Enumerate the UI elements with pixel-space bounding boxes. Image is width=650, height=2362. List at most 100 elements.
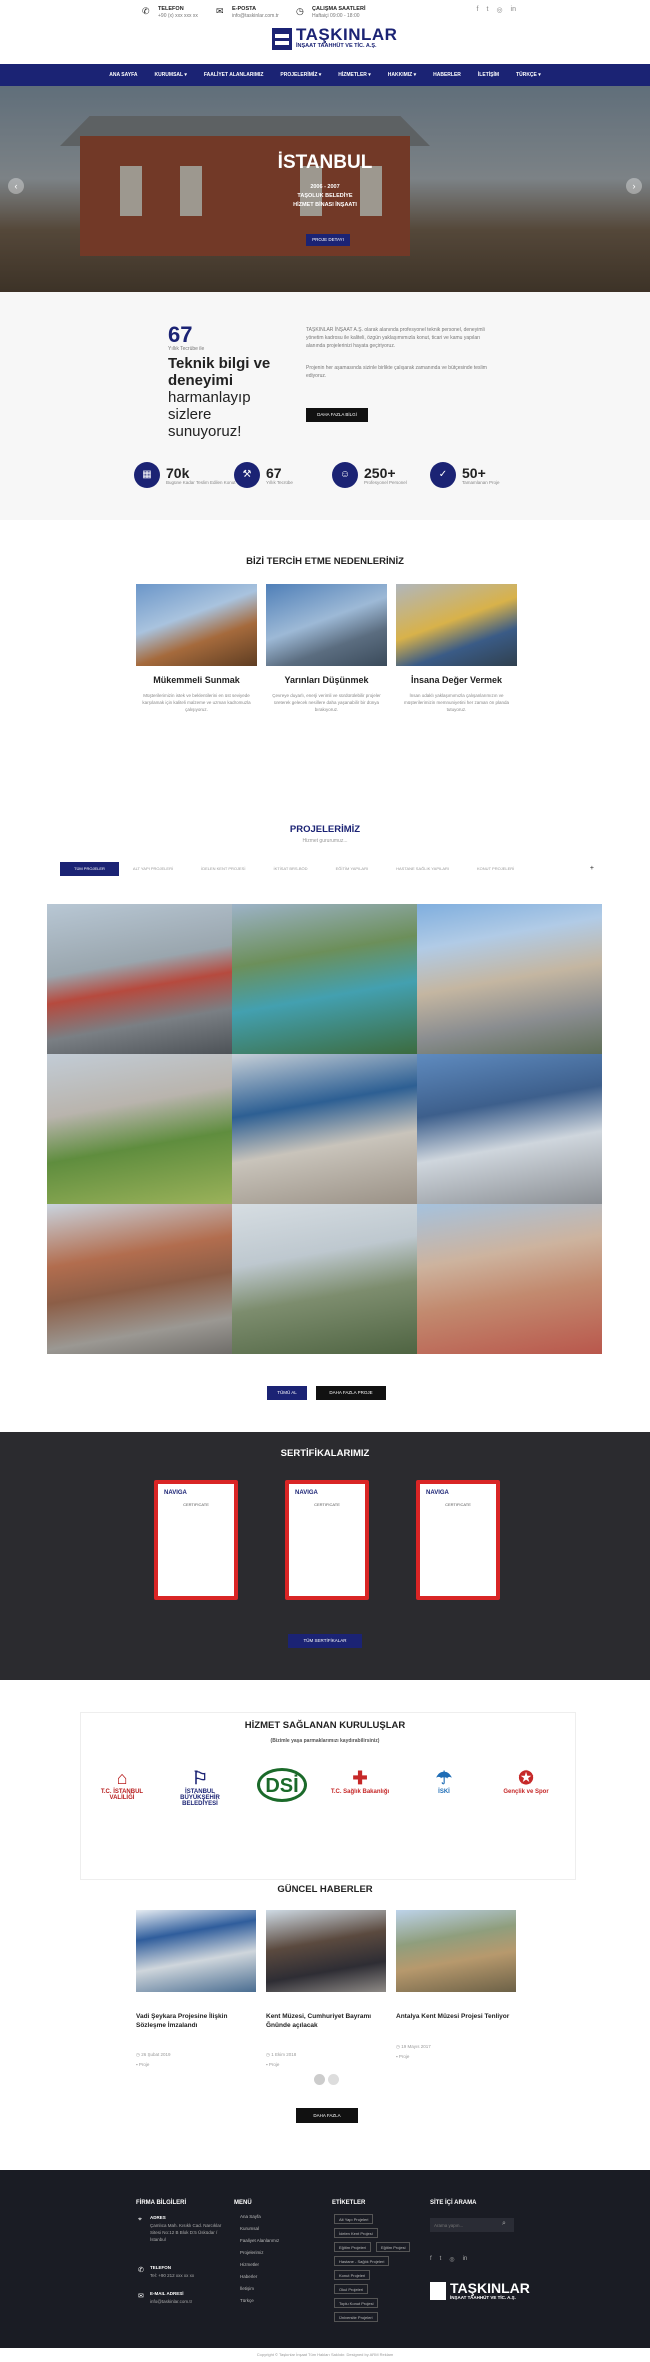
footer-tag[interactable]: İdelen Kent Projesi [334,2228,378,2238]
footer-menu-item[interactable]: Hizmetler [240,2262,259,2267]
org-logo-iski[interactable]: ☂ İSKİ [414,1768,474,1824]
footer-tag[interactable]: Konut Projeleri [334,2270,371,2280]
nav-item-news[interactable]: HABERLER [433,72,461,78]
footer-menu-item[interactable]: Faaliyet Alanlarımız [240,2238,279,2243]
news-heading-3[interactable]: Antalya Kent Müzesi Projesi Tenliyor [396,2012,518,2021]
news-tag-1[interactable]: ▪ Proje [136,2062,149,2067]
project-tile[interactable] [417,1054,602,1204]
nav-item-activities[interactable]: FAALİYET ALANLARIMIZ [204,72,264,78]
footer-menu-item[interactable]: Haberler [240,2274,257,2279]
news-image-2[interactable] [266,1910,386,1992]
tab-all-projects[interactable]: TÜM PROJELER [60,862,119,876]
news-next-icon[interactable] [328,2074,339,2085]
logo-mark-icon [272,27,292,50]
tab-infrastructure[interactable]: ALT YAPI PROJELERİ [119,862,187,876]
news-heading-2[interactable]: Kent Müzesi, Cumhuriyet Bayramı Ğnünde a… [266,2012,388,2030]
twitter-icon[interactable]: t [440,2256,442,2263]
projects-more-button[interactable]: DAHA FAZLA PROJE [316,1386,386,1400]
why-image-1 [136,584,257,666]
footer-tag[interactable]: Eğitim Projesi [376,2242,411,2252]
facebook-icon[interactable]: f [477,6,479,14]
project-tile[interactable] [47,904,232,1054]
linkedin-icon[interactable]: in [463,2256,468,2263]
site-logo[interactable]: TAŞKINLAR İNŞAAT TAAHHÜT VE TİC. A.Ş. [272,26,397,50]
building-icon: ▦ [134,462,160,488]
footer-social: f t ◎ in [430,2256,467,2263]
news-prev-icon[interactable] [314,2074,325,2085]
org-logo-istanbul-valiligi[interactable]: ⌂ T.C. İSTANBUL VALİLİĞİ [92,1768,152,1824]
news-image-1[interactable] [136,1910,256,1992]
footer-tag[interactable]: Eğitim Projeleri [334,2242,371,2252]
main-nav: ANA SAYFA KURUMSAL ▾ FAALİYET ALANLARIMI… [0,64,650,86]
nav-item-language[interactable]: TÜRKÇE ▾ [516,72,541,78]
hero-line1: TAŞOLUK BELEDİYE [297,193,353,199]
footer-logo[interactable]: TAŞKINLAR İNŞAAT TAAHHÜT VE TİC. A.Ş. [430,2281,530,2300]
news-more-button[interactable]: DAHA FAZLA [296,2108,358,2123]
news-heading-1[interactable]: Vadi Şeykara Projesine İlişkin Sözleşme … [136,2012,258,2030]
org-logo-sports[interactable]: ✪ Gençlik ve Spor [496,1768,556,1824]
certificates-all-button[interactable]: TÜM SERTİFİKALAR [288,1634,362,1648]
footer-tag[interactable]: Üniversite Projeleri [334,2312,378,2322]
footer-menu-item[interactable]: Kurumsal [240,2226,259,2231]
news-image-3[interactable] [396,1910,516,1992]
hero-next-arrow-icon[interactable]: › [626,178,642,194]
twitter-icon[interactable]: t [486,6,488,14]
org-logo-ibb[interactable]: ⚐ İSTANBUL BÜYÜKŞEHİR BELEDİYESİ [170,1768,230,1824]
footer [0,2170,650,2348]
certificate-card[interactable]: NAVIGA CERTIFICATE [154,1480,238,1600]
nav-item-services[interactable]: HİZMETLER ▾ [338,72,371,78]
instagram-icon[interactable]: ◎ [449,2256,454,2263]
hero-detail-button[interactable]: PROJE DETAYI [306,234,350,246]
nav-item-about[interactable]: HAKKIMIZ ▾ [388,72,416,78]
tab-commercial[interactable]: İKTİSAT BRS-BÖD [259,862,321,876]
about-more-button[interactable]: DAHA FAZLA BİLGİ [306,408,368,422]
footer-menu-item[interactable]: Ana Sayfa [240,2214,261,2219]
project-tile[interactable] [232,1204,417,1354]
tab-more-icon[interactable]: + [576,862,608,876]
nav-item-home[interactable]: ANA SAYFA [109,72,137,78]
footer-tag[interactable]: Hastane - Sağlık Projeleri [334,2256,390,2266]
tab-urban[interactable]: İDELEN KENT PROJESİ [187,862,259,876]
clock-icon: ◷ [296,6,304,16]
linkedin-icon[interactable]: in [511,6,516,14]
topbar-phone[interactable]: ✆ TELEFON +90 (x) xxx xxx xx [142,6,198,20]
certificate-card[interactable]: NAVIGA CERTIFICATE [285,1480,369,1600]
tab-housing[interactable]: KONUT PROJELERİ [463,862,528,876]
topbar-email[interactable]: ✉ E-POSTA info@taskinlar.com.tr [216,6,279,20]
projects-all-button[interactable]: TÜMÜ AL [267,1386,307,1400]
tab-hospital[interactable]: HASTANE SAĞLIK YAPILARI [382,862,463,876]
organizations-title: HİZMET SAĞLANAN KURULUŞLAR [244,1720,406,1731]
nav-item-contact[interactable]: İLETİŞİM [478,72,499,78]
projects-subtitle: Hizmet gururumuz... [302,838,348,844]
footer-tag[interactable]: Toplu Konut Projesi [334,2298,379,2308]
project-tile[interactable] [417,904,602,1054]
news-tag-2[interactable]: ▪ Proje [266,2062,279,2067]
tab-education[interactable]: EĞİTİM YAPILARI [322,862,383,876]
project-tile[interactable] [232,1054,417,1204]
email-value: info@taskinlar.com.tr [232,13,279,19]
hero-slider: İSTANBUL 2006 - 2007 TAŞOLUK BELEDİYE Hİ… [0,86,650,292]
facebook-icon[interactable]: f [430,2256,432,2263]
project-tile[interactable] [417,1204,602,1354]
project-tile[interactable] [47,1054,232,1204]
footer-tag[interactable]: Alt Yapı Projeleri [334,2214,374,2224]
instagram-icon[interactable]: ◎ [496,6,502,14]
footer-tag[interactable]: Okul Projeleri [334,2284,369,2294]
org-logo-dsi[interactable]: DSİ [252,1768,312,1824]
footer-menu-item[interactable]: İletişim [240,2286,254,2291]
certificate-card[interactable]: NAVIGA CERTIFICATE [416,1480,500,1600]
nav-item-projects[interactable]: PROJELERİMİZ ▾ [280,72,321,78]
project-tile[interactable] [47,1204,232,1354]
nav-item-corporate[interactable]: KURUMSAL ▾ [154,72,186,78]
hero-prev-arrow-icon[interactable]: ‹ [8,178,24,194]
footer-menu-item[interactable]: Projelerimiz [240,2250,264,2255]
why-text-3: İnsan odaklı yaklaşımımızla çalışanlarım… [403,693,510,712]
org-logo-saglik[interactable]: ✚ T.C. Sağlık Bakanlığı [330,1768,390,1824]
footer-phone[interactable]: Tel: +90 212 xxx xx xx [150,2272,194,2279]
footer-mail[interactable]: info@taskinlar.com.tr [150,2298,192,2305]
news-tag-3[interactable]: ▪ Proje [396,2054,409,2059]
project-tile[interactable] [232,904,417,1054]
search-icon[interactable]: ⌕ [502,2220,506,2228]
news-date-1: ◷ 26 Şubat 2019 [136,2052,171,2057]
footer-menu-item[interactable]: Türkçe [240,2298,254,2303]
